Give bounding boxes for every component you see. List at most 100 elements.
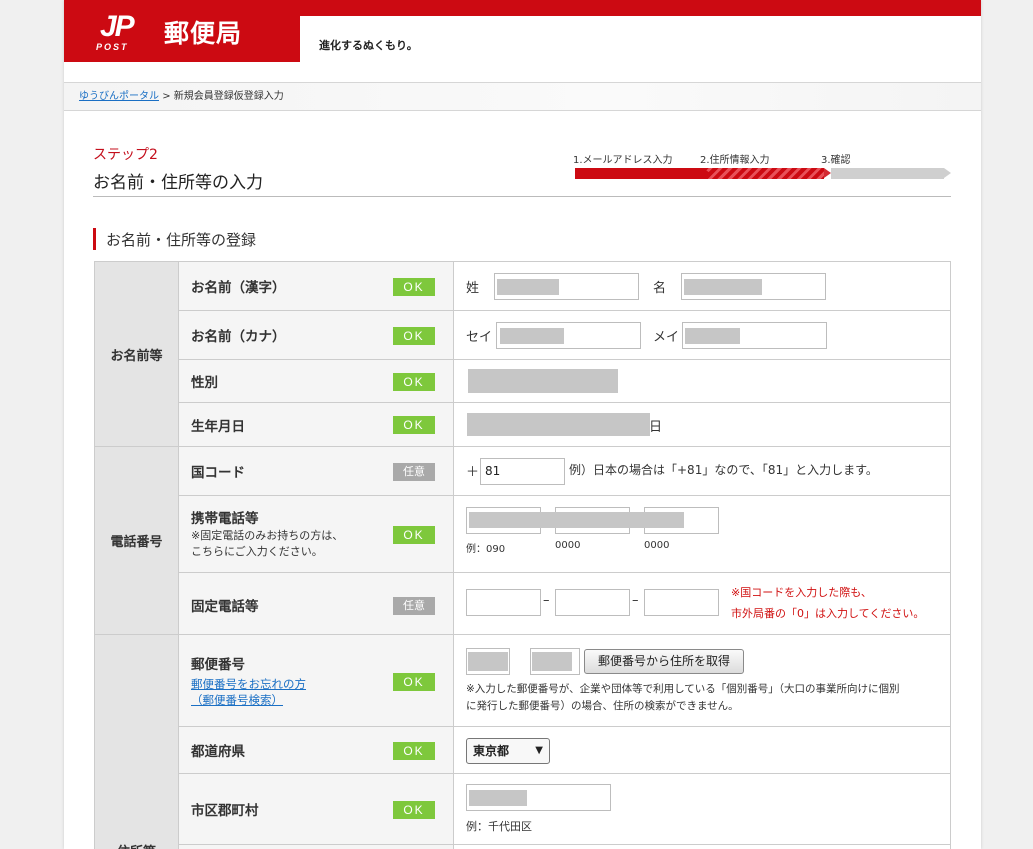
row-birthdate-value: 日 (453, 402, 951, 447)
mobile-example-2: 0000 (555, 540, 581, 551)
page: JP POST 郵便局 進化するぬくもり。 ゆうびんポータル > 新規会員登録仮… (64, 0, 981, 849)
mobile-note-line-1: ※固定電話のみお持ちの方は、 (191, 529, 344, 542)
city-label: 市区郡町村 (191, 803, 259, 819)
ok-badge: OK (393, 742, 435, 760)
row-city-label: 市区郡町村 OK (178, 773, 454, 845)
ok-badge: OK (393, 416, 435, 434)
row-gender-label: 性別 OK (178, 359, 454, 403)
row-postal-value: 郵便番号から住所を取得 ※入力した郵便番号が、企業や団体等で利用している「個別番… (453, 634, 951, 727)
city-example: 例：千代田区 (466, 820, 532, 833)
row-postal-label: 郵便番号 郵便番号をお忘れの方 （郵便番号検索） OK (178, 634, 454, 727)
ok-badge: OK (393, 801, 435, 819)
registration-form-table: お名前等 お名前（漢字） OK 姓 名 お名前（カナ） OK セイ メイ 性別 … (94, 261, 951, 849)
postal-note-line-1: ※入力した郵便番号が、企業や団体等で利用している「個別番号」（大口の事業所向けに… (466, 683, 900, 695)
redacted-value (468, 652, 508, 671)
row-birthdate-label: 生年月日 OK (178, 402, 454, 447)
row-name-kanji-label: お名前（漢字） OK (178, 261, 454, 311)
ok-badge: OK (393, 327, 435, 345)
redacted-value (685, 328, 740, 344)
breadcrumb-home-link[interactable]: ゆうびんポータル (79, 91, 159, 102)
landline-part-1-input[interactable] (466, 589, 541, 616)
dash-separator: – (543, 593, 550, 608)
day-suffix: 日 (649, 420, 663, 435)
row-name-kana-label: お名前（カナ） OK (178, 310, 454, 360)
name-kanji-label: お名前（漢字） (191, 280, 286, 296)
progress-step-2-arrow (824, 168, 831, 178)
gender-select-redacted[interactable] (468, 369, 618, 393)
country-code-input[interactable]: 81 (480, 458, 565, 485)
group-name-label: お名前等 (110, 348, 163, 364)
row-landline-value: – – ※国コードを入力した際も、 市外局番の「0」は入力してください。 (453, 572, 951, 635)
post-logo-text: POST (96, 42, 129, 52)
group-address: 住所等 (94, 634, 179, 849)
birthdate-select-redacted[interactable] (467, 413, 650, 436)
surname-kana-label: セイ (466, 330, 493, 345)
progress-step-3-bar (831, 168, 944, 179)
redacted-value (497, 279, 559, 295)
chevron-down-icon: ▼ (535, 745, 543, 756)
progress-step-2-bar (703, 168, 824, 179)
breadcrumb-current: 新規会員登録仮登録入力 (173, 91, 284, 102)
ok-badge: OK (393, 373, 435, 391)
postal-code-forgot-link[interactable]: 郵便番号をお忘れの方 (191, 676, 306, 692)
redacted-value (684, 279, 762, 295)
logo-tail-decoration (288, 0, 300, 62)
row-next-value (453, 844, 951, 849)
mobile-note-line-2: こちらにご入力ください。 (191, 545, 323, 558)
landline-label: 固定電話等 (191, 599, 259, 615)
redacted-value (532, 652, 572, 671)
section-accent-bar (93, 228, 96, 250)
country-code-label: 国コード (191, 465, 245, 481)
section-title: お名前・住所等の登録 (106, 231, 257, 249)
row-landline-label: 固定電話等 任意 (178, 572, 454, 635)
row-country-code-value: ＋ 81 例）日本の場合は「+81」なので、「81」と入力します。 (453, 446, 951, 496)
group-phone-label: 電話番号 (110, 535, 163, 550)
dash-separator: – (632, 593, 639, 608)
mobile-example-3: 0000 (644, 540, 670, 551)
redacted-value (469, 790, 527, 806)
ok-badge: OK (393, 526, 435, 544)
ok-badge: OK (393, 673, 435, 691)
landline-part-3-input[interactable] (644, 589, 719, 616)
group-name: お名前等 (94, 261, 179, 447)
mobile-label: 携帯電話等 (191, 511, 259, 527)
row-name-kanji-value: 姓 名 (453, 261, 951, 311)
row-gender-value (453, 359, 951, 403)
optional-badge: 任意 (393, 463, 435, 481)
progress-step-3-arrow (944, 168, 951, 178)
postal-note-line-2: に発行した郵便番号）の場合、住所の検索ができません。 (466, 700, 739, 712)
page-title: お名前・住所等の入力 (93, 173, 263, 193)
postal-code-search-link[interactable]: （郵便番号検索） (191, 692, 283, 708)
prefecture-select[interactable]: 東京都 ▼ (466, 738, 550, 764)
post-office-name: 郵便局 (164, 19, 243, 48)
breadcrumb-separator: > (162, 91, 171, 102)
japan-post-logo[interactable]: JP POST 郵便局 (64, 0, 300, 62)
row-prefecture-label: 都道府県 OK (178, 726, 454, 774)
mobile-example-1: 例：090 (466, 544, 506, 555)
landline-part-2-input[interactable] (555, 589, 630, 616)
step-label: ステップ2 (93, 147, 158, 163)
redacted-value (500, 328, 564, 344)
prefecture-selected-value: 東京都 (473, 744, 510, 758)
group-address-label: 住所等 (117, 841, 156, 849)
birthdate-label: 生年月日 (191, 419, 245, 435)
address-lookup-button[interactable]: 郵便番号から住所を取得 (584, 649, 744, 674)
row-city-value: 例：千代田区 (453, 773, 951, 845)
row-name-kana-value: セイ メイ (453, 310, 951, 360)
prefecture-label: 都道府県 (191, 744, 245, 760)
country-code-hint: 例）日本の場合は「+81」なので、「81」と入力します。 (569, 463, 878, 477)
row-prefecture-value: 東京都 ▼ (453, 726, 951, 774)
progress-step-3-label: 3.確認 (821, 155, 851, 166)
slogan: 進化するぬくもり。 (319, 39, 418, 52)
given-name-label: 名 (653, 281, 667, 296)
title-divider (93, 196, 951, 197)
ok-badge: OK (393, 278, 435, 296)
redacted-value (469, 512, 684, 528)
landline-warning-line-1: ※国コードを入力した際も、 (731, 586, 872, 599)
row-mobile-value: 例：090 0000 0000 (453, 495, 951, 573)
row-mobile-label: 携帯電話等 ※固定電話のみお持ちの方は、 こちらにご入力ください。 OK (178, 495, 454, 573)
surname-label: 姓 (466, 281, 480, 296)
group-phone: 電話番号 (94, 446, 179, 635)
progress-step-1-bar (575, 168, 703, 179)
progress-step-1-label: 1.メールアドレス入力 (573, 155, 673, 166)
